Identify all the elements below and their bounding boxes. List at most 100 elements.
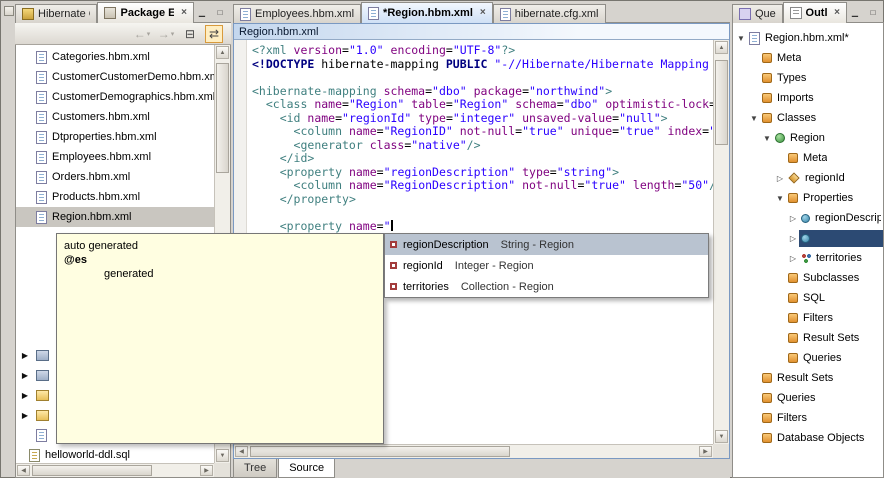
xml-file-icon — [500, 8, 511, 21]
code-line[interactable] — [252, 206, 713, 220]
expand-icon[interactable]: ▶ — [19, 371, 31, 380]
scroll-up-icon[interactable]: ▲ — [715, 41, 728, 54]
outline-item[interactable]: ▷ — [733, 228, 883, 248]
scroll-up-icon[interactable]: ▲ — [216, 46, 229, 59]
maximize-button[interactable]: □ — [212, 6, 228, 19]
collapse-icon[interactable]: ▼ — [735, 34, 747, 43]
tree-item[interactable]: Products.hbm.xml — [16, 187, 214, 207]
outline-item[interactable]: Result Sets — [733, 328, 883, 348]
tree-item[interactable]: CustomerDemographics.hbm.xml — [16, 87, 214, 107]
outline-item[interactable]: ▷regionId — [733, 168, 883, 188]
completion-item[interactable]: regionDescriptionString - Region — [385, 234, 708, 255]
tree-item[interactable]: helloworld-ddl.sql — [16, 445, 214, 463]
tab-hibernate-cfg[interactable]: hibernate.cfg.xml — [493, 4, 606, 23]
expand-icon[interactable]: ▶ — [19, 351, 31, 360]
outline-item[interactable]: Imports — [733, 88, 883, 108]
code-line[interactable]: </id> — [252, 152, 713, 166]
tree-item[interactable]: Region.hbm.xml — [16, 207, 214, 227]
outline-item[interactable]: ▼Classes — [733, 108, 883, 128]
code-line[interactable]: <class name="Region" table="Region" sche… — [252, 98, 713, 112]
close-icon[interactable] — [480, 8, 486, 18]
tree-item[interactable]: Orders.hbm.xml — [16, 167, 214, 187]
scroll-down-icon[interactable]: ▼ — [216, 449, 229, 462]
collapse-icon[interactable]: ▼ — [748, 114, 760, 123]
code-line[interactable]: </property> — [252, 193, 713, 207]
outline-item[interactable]: Types — [733, 68, 883, 88]
forward-button[interactable]: →▾ — [157, 25, 175, 43]
minimize-button[interactable]: ▁ — [847, 6, 863, 19]
code-line[interactable]: <property name=" — [252, 220, 713, 234]
code-line[interactable]: <property name="regionDescription" type=… — [252, 166, 713, 180]
scroll-thumb[interactable] — [250, 446, 510, 457]
scroll-thumb[interactable] — [216, 63, 229, 173]
code-line[interactable]: <column name="RegionDescription" not-nul… — [252, 179, 713, 193]
outline-item[interactable]: SQL — [733, 288, 883, 308]
tree-item[interactable]: Employees.hbm.xml — [16, 147, 214, 167]
code-line[interactable] — [252, 71, 713, 85]
minimize-button[interactable]: ▁ — [194, 6, 210, 19]
scroll-right-icon[interactable]: ▶ — [200, 465, 213, 476]
code-line[interactable]: <id name="regionId" type="integer" unsav… — [252, 112, 713, 126]
outline-item[interactable]: Filters — [733, 408, 883, 428]
close-icon[interactable] — [181, 8, 187, 18]
expand-icon[interactable]: ▷ — [787, 234, 799, 243]
close-icon[interactable] — [834, 8, 840, 18]
tree-item[interactable]: Dtproperties.hbm.xml — [16, 127, 214, 147]
outline-item[interactable]: Queries — [733, 348, 883, 368]
tree-item[interactable]: CustomerCustomerDemo.hbm.xml — [16, 67, 214, 87]
tree-item[interactable]: Categories.hbm.xml — [16, 47, 214, 67]
tab-package-explorer[interactable]: Package Ex — [97, 2, 194, 23]
outline-item[interactable]: ▷regionDescription — [733, 208, 883, 228]
scroll-down-icon[interactable]: ▼ — [715, 430, 728, 443]
outline-item[interactable]: Subclasses — [733, 268, 883, 288]
tab-hibernate-configurations[interactable]: Hibernate C — [15, 4, 97, 23]
outline-item[interactable]: Result Sets — [733, 368, 883, 388]
expand-icon[interactable]: ▶ — [19, 411, 31, 420]
editor-vertical-scrollbar[interactable]: ▲ ▼ — [713, 40, 729, 444]
scroll-left-icon[interactable]: ◀ — [17, 465, 30, 476]
collapse-all-button[interactable]: ⊟ — [181, 25, 199, 43]
outline-item[interactable]: Database Objects — [733, 428, 883, 448]
page-tab-tree[interactable]: Tree — [233, 459, 277, 478]
code-line[interactable]: <!DOCTYPE hibernate-mapping PUBLIC "-//H… — [252, 58, 713, 72]
outline-item[interactable]: Meta — [733, 48, 883, 68]
maximize-button[interactable]: □ — [865, 6, 881, 19]
scroll-thumb[interactable] — [715, 60, 728, 145]
outline-item[interactable]: ▼Region.hbm.xml* — [733, 28, 883, 48]
outline-item[interactable]: Queries — [733, 388, 883, 408]
editor-horizontal-scrollbar[interactable]: ◀ ▶ — [234, 444, 713, 458]
completion-item[interactable]: territoriesCollection - Region — [385, 276, 708, 297]
outline-item[interactable]: ▼Properties — [733, 188, 883, 208]
scroll-right-icon[interactable]: ▶ — [699, 446, 712, 457]
completion-item[interactable]: regionIdInteger - Region — [385, 255, 708, 276]
tab-queries-view[interactable]: Que — [732, 4, 783, 23]
code-token: "northwind" — [529, 84, 605, 98]
link-with-editor-button[interactable]: ⇄ — [205, 25, 223, 43]
outline-item-cell: Result Sets — [786, 330, 883, 347]
outline-item[interactable]: Filters — [733, 308, 883, 328]
collapse-icon[interactable]: ▼ — [761, 134, 773, 143]
scroll-thumb[interactable] — [32, 465, 152, 476]
code-line[interactable]: <hibernate-mapping schema="dbo" package=… — [252, 85, 713, 99]
expand-icon[interactable]: ▷ — [774, 174, 786, 183]
code-line[interactable]: <generator class="native"/> — [252, 139, 713, 153]
tab-outline[interactable]: Outl — [783, 2, 847, 23]
fast-view-button[interactable] — [4, 6, 14, 16]
expand-icon[interactable]: ▷ — [787, 214, 799, 223]
outline-item[interactable]: Meta — [733, 148, 883, 168]
page-tab-source[interactable]: Source — [278, 459, 335, 478]
tree-item[interactable]: Customers.hbm.xml — [16, 107, 214, 127]
collapse-icon[interactable]: ▼ — [774, 194, 786, 203]
tab-employees-hbm[interactable]: Employees.hbm.xml — [233, 4, 361, 23]
outline-item[interactable]: ▼Region — [733, 128, 883, 148]
subclasses-icon — [788, 273, 798, 283]
tab-region-hbm[interactable]: *Region.hbm.xml — [361, 2, 493, 23]
back-button[interactable]: ←▾ — [133, 25, 151, 43]
outline-item[interactable]: ▷territories — [733, 248, 883, 268]
code-line[interactable]: <column name="RegionID" not-null="true" … — [252, 125, 713, 139]
expand-icon[interactable]: ▶ — [19, 391, 31, 400]
expand-icon[interactable]: ▷ — [787, 254, 799, 263]
explorer-horizontal-scrollbar[interactable]: ◀ ▶ — [16, 463, 214, 477]
scroll-left-icon[interactable]: ◀ — [235, 446, 248, 457]
code-line[interactable]: <?xml version="1.0" encoding="UTF-8"?> — [252, 44, 713, 58]
